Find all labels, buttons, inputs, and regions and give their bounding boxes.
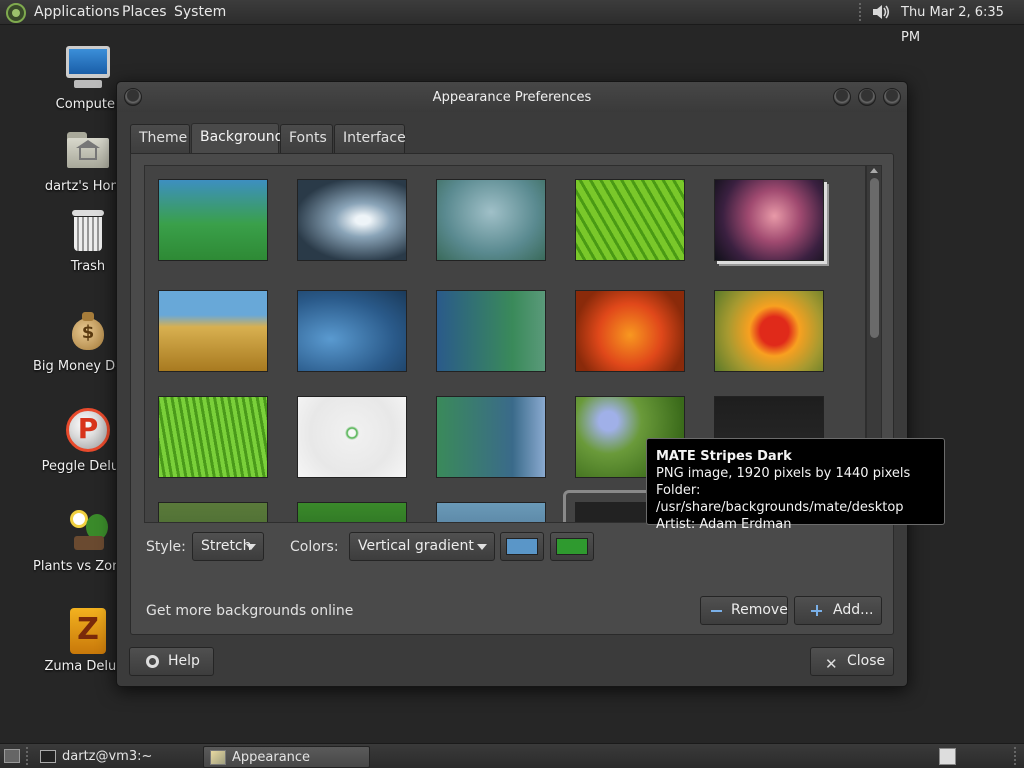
remove-button-label: Remove: [731, 602, 788, 618]
colors-combobox[interactable]: Vertical gradient: [349, 532, 495, 561]
terminal-icon: [40, 750, 56, 763]
background-thumbnail[interactable]: [436, 396, 546, 478]
close-button-label: Close: [847, 653, 886, 669]
menu-places[interactable]: Places: [122, 0, 167, 25]
get-more-backgrounds-link[interactable]: Get more backgrounds online: [146, 603, 353, 619]
minus-icon: [711, 610, 722, 612]
tooltip-title: MATE Stripes Dark: [656, 449, 792, 464]
background-thumbnail[interactable]: [297, 290, 407, 372]
help-button-label: Help: [168, 653, 200, 669]
show-desktop-icon[interactable]: [4, 749, 20, 763]
colors-value: Vertical gradient: [358, 538, 474, 554]
background-thumbnail[interactable]: [436, 502, 546, 522]
background-thumbnail[interactable]: [158, 396, 268, 478]
style-combobox[interactable]: Stretch: [192, 532, 264, 561]
panel-handle: [859, 3, 861, 22]
secondary-color-swatch: [556, 538, 588, 555]
background-thumbnail[interactable]: [297, 396, 407, 478]
clock[interactable]: Thu Mar 2, 6:35 PM: [901, 0, 1024, 45]
plus-icon: [811, 605, 822, 616]
tab-fonts[interactable]: Fonts: [280, 124, 333, 153]
secondary-color-button[interactable]: [550, 532, 594, 561]
tooltip-artist: Artist: Adam Erdman: [656, 517, 792, 532]
maximize-button[interactable]: [858, 88, 876, 106]
taskbar-item-label: dartz@vm3:~: [62, 749, 153, 764]
bottom-panel: dartz@vm3:~ Appearance Prefere...: [0, 743, 1024, 768]
chevron-down-icon: [477, 544, 487, 550]
menu-applications[interactable]: Applications: [34, 0, 120, 25]
background-thumbnail[interactable]: [436, 179, 546, 261]
appearance-icon: [210, 750, 226, 765]
background-thumbnail[interactable]: [158, 179, 268, 261]
volume-icon[interactable]: [870, 2, 892, 22]
background-thumbnail[interactable]: [436, 290, 546, 372]
tooltip-folder: Folder: /usr/share/backgrounds/mate/desk…: [656, 483, 904, 515]
appearance-preferences-window: Appearance Preferences Theme Background …: [116, 81, 908, 687]
primary-color-swatch: [506, 538, 538, 555]
help-button[interactable]: Help: [129, 647, 214, 676]
plants-icon: [64, 508, 112, 554]
taskbar-item-appearance[interactable]: Appearance Prefere...: [203, 746, 370, 768]
background-thumbnail[interactable]: [714, 290, 824, 372]
panel-handle: [26, 747, 28, 766]
scrollbar-thumb[interactable]: [870, 178, 879, 338]
mate-logo-icon[interactable]: [6, 3, 26, 23]
workspace-switcher[interactable]: [939, 748, 956, 765]
primary-color-button[interactable]: [500, 532, 544, 561]
trash-icon: [64, 208, 112, 254]
colors-label: Colors:: [290, 539, 339, 555]
titlebar[interactable]: Appearance Preferences: [117, 82, 907, 112]
taskbar-item-label: Appearance Prefere...: [232, 750, 311, 765]
window-close-button[interactable]: [883, 88, 901, 106]
computer-icon: [64, 46, 112, 92]
background-thumbnail[interactable]: [575, 179, 685, 261]
window-title: Appearance Preferences: [432, 90, 592, 105]
tab-background[interactable]: Background: [191, 123, 284, 154]
thumbnail-tooltip: MATE Stripes Dark PNG image, 1920 pixels…: [646, 438, 945, 532]
style-value: Stretch: [201, 538, 252, 554]
tooltip-image-info: PNG image, 1920 pixels by 1440 pixels: [656, 466, 911, 481]
background-thumbnail[interactable]: [158, 502, 268, 522]
background-thumbnail[interactable]: [158, 290, 268, 372]
style-label: Style:: [146, 539, 186, 555]
menu-system[interactable]: System: [174, 0, 226, 25]
background-thumbnail[interactable]: [714, 179, 824, 261]
remove-button[interactable]: Remove: [700, 596, 788, 625]
minimize-button[interactable]: [833, 88, 851, 106]
home-folder-icon: [64, 128, 112, 174]
zuma-icon: Z: [64, 608, 112, 654]
tab-theme[interactable]: Theme: [130, 124, 190, 153]
peggle-icon: P: [64, 408, 112, 454]
taskbar-item-terminal[interactable]: dartz@vm3:~: [34, 746, 199, 768]
close-button[interactable]: ✕ Close: [810, 647, 894, 676]
background-thumbnail[interactable]: [297, 179, 407, 261]
tab-interface[interactable]: Interface: [334, 124, 406, 153]
lifebuoy-icon: [146, 655, 159, 668]
panel-handle: [1014, 747, 1016, 766]
scroll-up-arrow-icon[interactable]: [870, 168, 878, 173]
add-button[interactable]: Add...: [794, 596, 882, 625]
chevron-down-icon: [246, 544, 256, 550]
add-button-label: Add...: [833, 602, 874, 618]
close-icon: ✕: [825, 655, 838, 673]
top-panel: Applications Places System Thu Mar 2, 6:…: [0, 0, 1024, 45]
money-bag-icon: $: [64, 308, 112, 354]
background-thumbnail[interactable]: [575, 290, 685, 372]
background-thumbnail[interactable]: [297, 502, 407, 522]
